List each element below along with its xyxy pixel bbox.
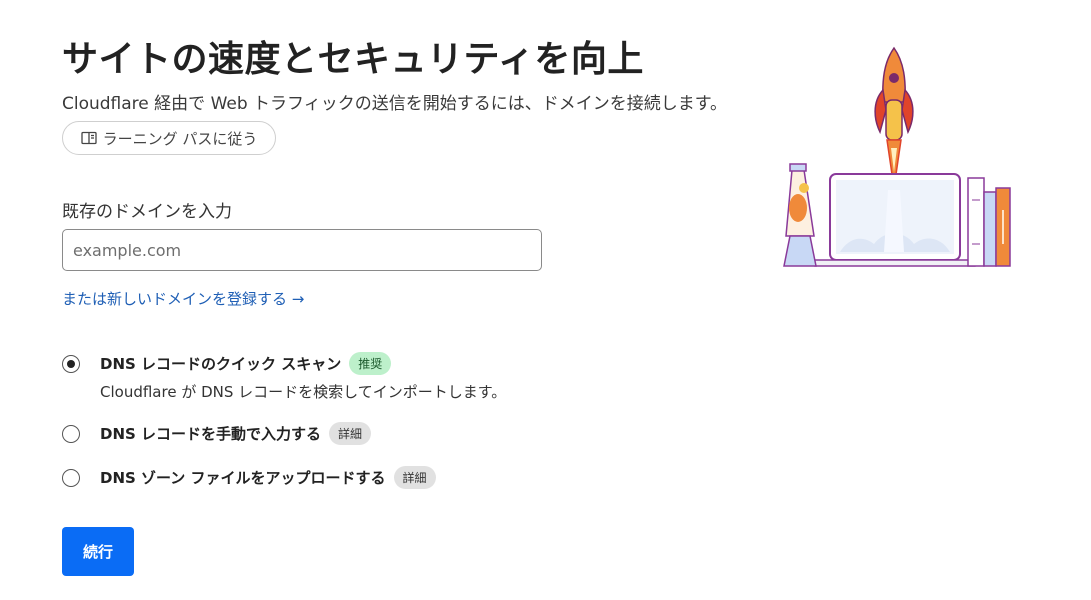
radio-upload[interactable] bbox=[62, 469, 80, 487]
radio-selected-dot bbox=[67, 360, 75, 368]
rocket-icon bbox=[874, 46, 914, 189]
learning-path-label: ラーニング パスに従う bbox=[102, 129, 258, 148]
register-domain-link[interactable]: または新しいドメインを登録する → bbox=[62, 288, 304, 309]
page-title: サイトの速度とセキュリティを向上 bbox=[62, 39, 644, 80]
domain-input[interactable] bbox=[62, 229, 542, 271]
option-title-quick-scan: DNS レコードのクイック スキャン bbox=[100, 355, 342, 373]
page: サイトの速度とセキュリティを向上 Cloudflare 経由で Web トラフィ… bbox=[0, 0, 1091, 600]
learning-path-button[interactable]: ラーニング パスに従う bbox=[62, 121, 276, 155]
book-icon bbox=[80, 131, 97, 145]
radio-manual[interactable] bbox=[62, 425, 80, 443]
dns-option-manual[interactable]: DNS レコードを手動で入力する 詳細 bbox=[62, 422, 372, 445]
lava-lamp-icon bbox=[783, 163, 817, 267]
continue-button[interactable]: 続行 bbox=[62, 527, 134, 576]
recommended-badge: 推奨 bbox=[349, 352, 392, 375]
radio-quick-scan[interactable] bbox=[62, 355, 80, 373]
details-badge-manual[interactable]: 詳細 bbox=[329, 422, 372, 445]
dns-option-quick-scan[interactable]: DNS レコードのクイック スキャン 推奨 Cloudflare が DNS レ… bbox=[62, 352, 506, 402]
page-subtitle: Cloudflare 経由で Web トラフィックの送信を開始するには、ドメイン… bbox=[62, 94, 727, 114]
domain-field-label: 既存のドメインを入力 bbox=[62, 202, 232, 222]
laptop-icon bbox=[811, 173, 979, 267]
option-desc-quick-scan: Cloudflare が DNS レコードを検索してインポートします。 bbox=[100, 383, 507, 401]
option-title-manual: DNS レコードを手動で入力する bbox=[100, 425, 322, 443]
details-badge-upload[interactable]: 詳細 bbox=[393, 466, 436, 489]
books-icon bbox=[967, 177, 1011, 267]
rocket-laptop-illustration bbox=[780, 40, 1020, 280]
option-title-upload: DNS ゾーン ファイルをアップロードする bbox=[100, 469, 386, 487]
dns-option-upload[interactable]: DNS ゾーン ファイルをアップロードする 詳細 bbox=[62, 466, 436, 489]
